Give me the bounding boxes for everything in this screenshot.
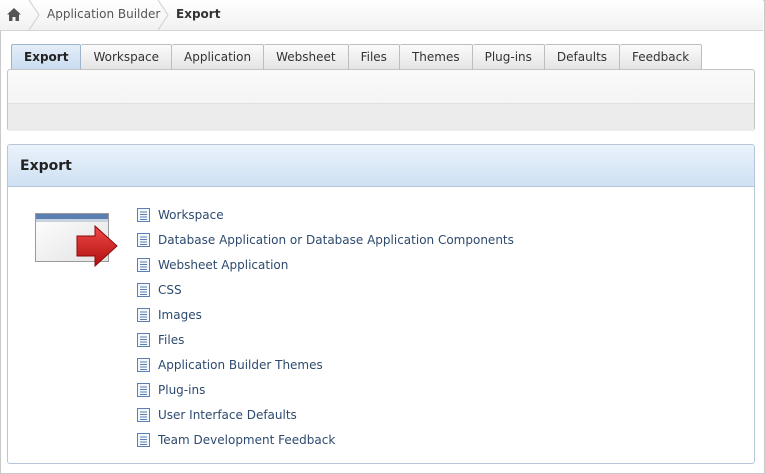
tab-themes[interactable]: Themes <box>399 44 473 69</box>
region-title: Export <box>20 158 72 174</box>
link-websheet-application[interactable]: Websheet Application <box>158 258 288 272</box>
tab-subregion <box>7 69 755 131</box>
list-item: Workspace <box>137 202 514 227</box>
list-item: User Interface Defaults <box>137 402 514 427</box>
tab-bar: Export Workspace Application Websheet Fi… <box>11 44 703 70</box>
link-database-application[interactable]: Database Application or Database Applica… <box>158 233 514 247</box>
breadcrumb-current-page: Export <box>176 7 221 21</box>
link-images[interactable]: Images <box>158 308 202 322</box>
link-application-builder-themes[interactable]: Application Builder Themes <box>158 358 323 372</box>
tab-application[interactable]: Application <box>172 44 265 69</box>
document-icon <box>137 307 150 322</box>
document-icon <box>137 357 150 372</box>
list-item: Application Builder Themes <box>137 352 514 377</box>
tab-plug-ins[interactable]: Plug-ins <box>472 44 545 69</box>
link-css[interactable]: CSS <box>158 283 182 297</box>
document-icon <box>137 332 150 347</box>
list-item: Files <box>137 327 514 352</box>
document-icon <box>137 232 150 247</box>
tab-export[interactable]: Export <box>11 44 82 69</box>
region-header: Export <box>8 145 754 187</box>
tab-websheet[interactable]: Websheet <box>264 44 349 69</box>
link-files[interactable]: Files <box>158 333 184 347</box>
breadcrumb-separator <box>157 0 169 30</box>
link-team-development-feedback[interactable]: Team Development Feedback <box>158 433 335 447</box>
tab-files[interactable]: Files <box>348 44 400 69</box>
link-user-interface-defaults[interactable]: User Interface Defaults <box>158 408 297 422</box>
list-item: CSS <box>137 277 514 302</box>
list-item: Team Development Feedback <box>137 427 514 452</box>
tab-feedback[interactable]: Feedback <box>620 44 703 69</box>
document-icon <box>137 257 150 272</box>
document-icon <box>137 432 150 447</box>
link-workspace[interactable]: Workspace <box>158 208 224 222</box>
list-item: Database Application or Database Applica… <box>137 227 514 252</box>
list-item: Websheet Application <box>137 252 514 277</box>
document-icon <box>137 382 150 397</box>
subregion-strip <box>8 103 754 131</box>
list-item: Images <box>137 302 514 327</box>
breadcrumb-separator <box>28 0 40 30</box>
list-item: Plug-ins <box>137 377 514 402</box>
breadcrumb-application-builder[interactable]: Application Builder <box>47 7 160 21</box>
export-region: Export Workspace Database Application or… <box>7 144 755 464</box>
link-plug-ins[interactable]: Plug-ins <box>158 383 205 397</box>
document-icon <box>137 282 150 297</box>
tab-workspace[interactable]: Workspace <box>81 44 173 69</box>
tab-defaults[interactable]: Defaults <box>544 44 621 69</box>
export-arrow-icon <box>35 213 118 268</box>
export-link-list: Workspace Database Application or Databa… <box>137 202 514 452</box>
breadcrumb: Application Builder Export <box>0 0 763 31</box>
breadcrumb-home[interactable] <box>0 0 28 30</box>
document-icon <box>137 207 150 222</box>
home-icon <box>7 8 21 21</box>
document-icon <box>137 407 150 422</box>
